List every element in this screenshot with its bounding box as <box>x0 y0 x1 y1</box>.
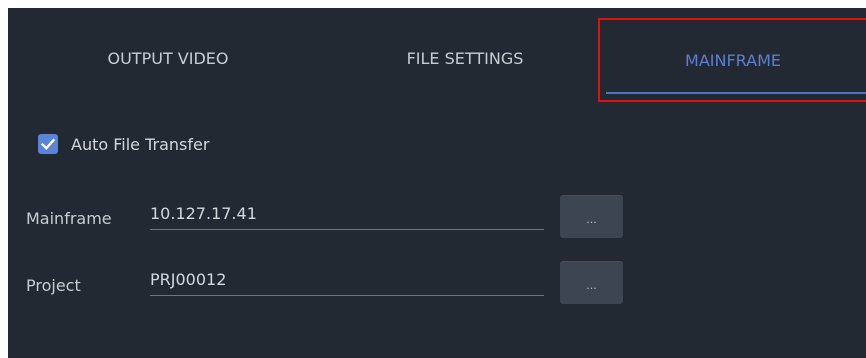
tab-label: FILE SETTINGS <box>406 48 524 68</box>
tab-bar: OUTPUT VIDEO FILE SETTINGS MAINFRAME <box>8 8 866 108</box>
tab-output-video[interactable]: OUTPUT VIDEO <box>8 8 328 108</box>
project-input[interactable] <box>150 264 544 294</box>
mainframe-field <box>150 198 544 230</box>
project-label: Project <box>26 276 81 295</box>
settings-panel: OUTPUT VIDEO FILE SETTINGS MAINFRAME Aut… <box>8 8 866 358</box>
project-field <box>150 264 544 296</box>
tab-label: MAINFRAME <box>685 50 781 70</box>
tab-mainframe[interactable]: MAINFRAME <box>598 18 866 102</box>
auto-file-transfer-checkbox[interactable] <box>38 134 58 154</box>
mainframe-label: Mainframe <box>26 209 112 228</box>
project-browse-button[interactable]: ... <box>560 261 623 304</box>
auto-file-transfer-label: Auto File Transfer <box>71 134 210 154</box>
mainframe-input[interactable] <box>150 198 544 228</box>
active-tab-indicator <box>606 92 866 94</box>
mainframe-browse-button[interactable]: ... <box>560 195 623 238</box>
tab-file-settings[interactable]: FILE SETTINGS <box>328 8 602 108</box>
tab-label: OUTPUT VIDEO <box>107 48 229 68</box>
auto-file-transfer-toggle[interactable]: Auto File Transfer <box>38 134 209 154</box>
checkmark-icon <box>40 138 56 150</box>
